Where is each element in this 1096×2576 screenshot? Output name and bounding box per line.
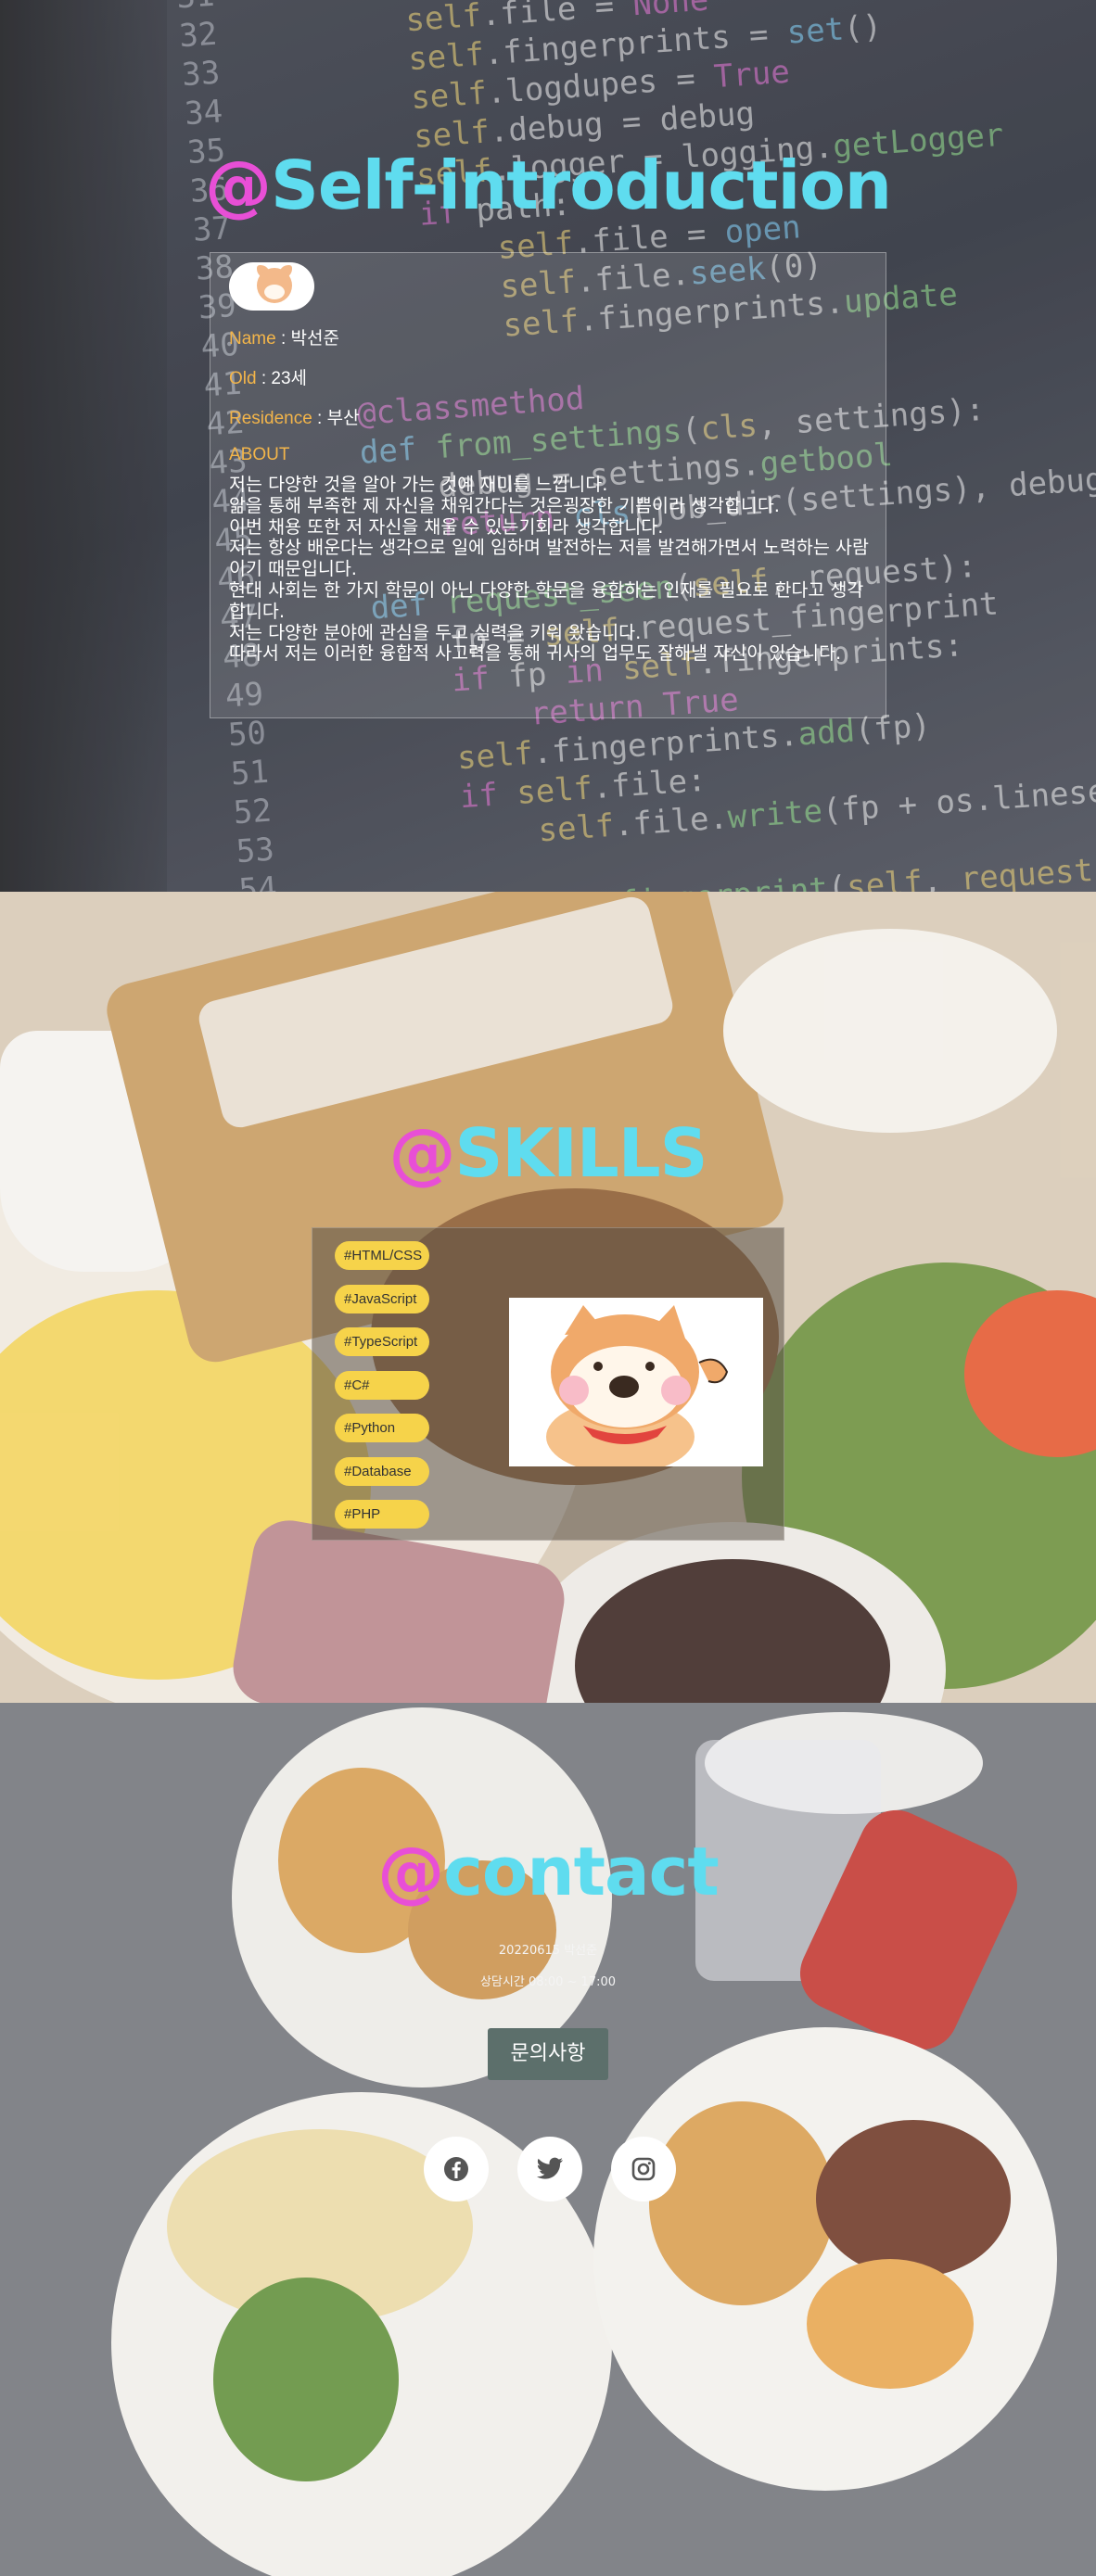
self-introduction-section: 31 def __init__( 32 self.file = None 33 … [0, 0, 1096, 892]
skill-tag-html-css: #HTML/CSS [335, 1241, 429, 1270]
contact-date-text: 20220615 박선준 [498, 1944, 598, 1958]
instagram-icon [631, 2157, 656, 2181]
profile-card: Name : 박선준 Old : 23세 Residence : 부산 ABOU… [210, 252, 886, 718]
about-line: 이번 채용 또한 저 자신을 채울 수 있는기회라 생각합니다. [229, 515, 664, 538]
skill-tag-php: #PHP [335, 1500, 429, 1529]
facebook-icon [444, 2157, 468, 2181]
skill-tag-database: #Database [335, 1457, 429, 1486]
name-row: Name : 박선준 [229, 325, 867, 352]
residence-separator: : [312, 409, 327, 428]
residence-value: 부산 [326, 409, 360, 428]
skill-tag-javascript: #JavaScript [335, 1285, 429, 1313]
name-separator: : [275, 329, 291, 349]
facebook-link[interactable] [424, 2137, 489, 2202]
shiba-mascot-image [509, 1298, 763, 1466]
about-line: 따라서 저는 이러한 융합적 사고력을 통해 귀사의 업무도 잘해낼 자신이 있… [229, 642, 842, 665]
age-value: 23세 [271, 369, 308, 388]
name-value: 박선준 [290, 329, 339, 349]
name-label: Name [229, 329, 276, 349]
residence-label: Residence [229, 409, 312, 428]
title-word: SKILLS [454, 1114, 707, 1192]
residence-row: Residence : 부산 [229, 405, 867, 432]
avatar [229, 262, 314, 311]
title-word: Self-introduction [271, 146, 892, 224]
skills-card: #HTML/CSS #JavaScript #TypeScript #C# #P… [312, 1227, 784, 1541]
skill-tag-typescript: #TypeScript [335, 1327, 429, 1356]
skills-section: @SKILLS #HTML/CSS #JavaScript #TypeScrip… [0, 892, 1096, 1703]
title-at-symbol: @ [389, 1114, 455, 1192]
about-line: 저는 다양한 분야에 관심을 두고 실력을 키워 왔습니다. [229, 621, 642, 643]
skills-title: @SKILLS [0, 1114, 1096, 1192]
twitter-icon [536, 2157, 563, 2179]
avatar-snout [264, 285, 285, 299]
title-at-symbol: @ [205, 146, 272, 224]
twitter-link[interactable] [517, 2137, 582, 2202]
self-introduction-title: @Self-introduction [0, 146, 1096, 224]
about-paragraph: 저는 다양한 것을 알아 가는 것에 재미를 느낍니다. 앎을 통해 부족한 제… [229, 474, 878, 665]
about-line: 앎을 통해 부족한 제 자신을 채워간다는 것은굉장한 기쁨이라 생각합니다. [229, 494, 780, 516]
age-label: Old [229, 369, 257, 388]
age-separator: : [256, 369, 272, 388]
about-line: 저는 항상 배운다는 생각으로 일에 임하며 발전하는 저를 발견해가면서 노력… [229, 537, 869, 580]
skill-tag-csharp: #C# [335, 1371, 429, 1400]
contact-hours-text: 상담시간 08:00 ~ 17:00 [479, 1975, 617, 1989]
title-at-symbol: @ [377, 1833, 444, 1910]
title-word: contact [443, 1833, 720, 1910]
contact-title: @contact [0, 1833, 1096, 1910]
contact-section: @contact 20220615 박선준 상담시간 08:00 ~ 17:00… [0, 1703, 1096, 2576]
about-line: 현대 사회는 한 가지 학문이 아닌 다양한 학문을 융합하는 인재를 필요로 … [229, 578, 864, 622]
inquiry-button[interactable]: 문의사항 [488, 2028, 608, 2080]
skill-tag-python: #Python [335, 1414, 429, 1442]
about-line: 저는 다양한 것을 알아 가는 것에 재미를 느낍니다. [229, 474, 608, 495]
age-row: Old : 23세 [229, 365, 867, 392]
instagram-link[interactable] [611, 2137, 676, 2202]
about-heading: ABOUT [229, 445, 290, 464]
